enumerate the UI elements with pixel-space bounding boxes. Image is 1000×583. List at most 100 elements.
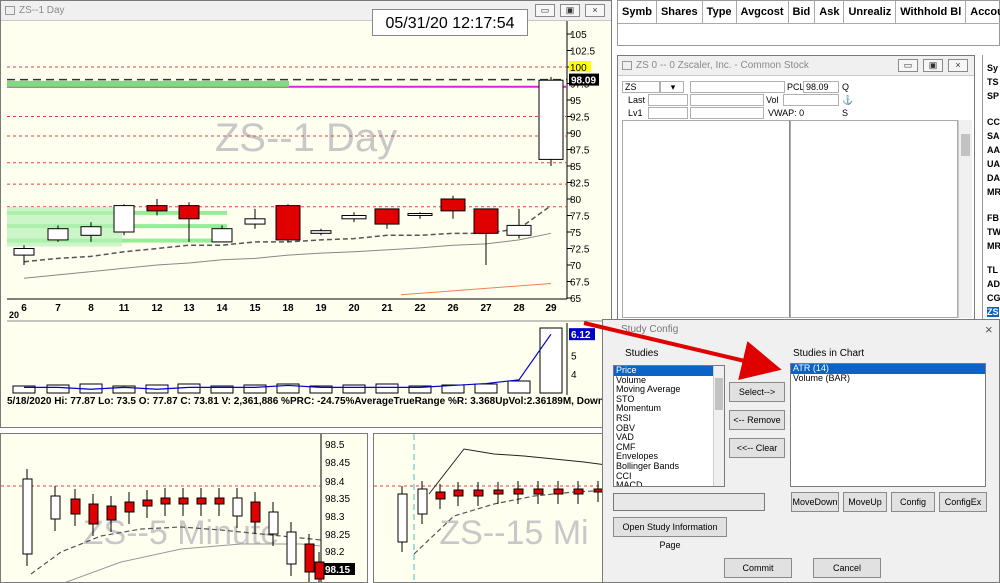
commit-button[interactable]: Commit bbox=[724, 558, 792, 578]
watchlist-symbol[interactable]: UA bbox=[987, 159, 1000, 169]
study-config-dialog[interactable]: Study Config × Studies Studies in Chart … bbox=[602, 319, 1000, 583]
five-minute-candle-body bbox=[250, 501, 261, 523]
fifteen-minute-chart-window[interactable]: ZS--15 Mi bbox=[373, 433, 613, 583]
volume-bar bbox=[46, 384, 70, 394]
studies-label: Studies bbox=[625, 348, 659, 359]
watchlist-symbol[interactable]: TL bbox=[987, 265, 998, 275]
five-minute-candle-body bbox=[124, 501, 135, 513]
watchlist-symbol[interactable]: DA bbox=[987, 173, 1000, 183]
watchlist-symbol[interactable]: CC bbox=[987, 117, 1000, 127]
watchlist-symbol[interactable]: Sy bbox=[987, 63, 998, 73]
remove-button[interactable]: <-- Remove bbox=[729, 410, 785, 430]
five-minute-candle-body bbox=[286, 531, 297, 565]
clear-button[interactable]: <<-- Clear bbox=[729, 438, 785, 458]
atr-value-label: 6.12 bbox=[571, 330, 591, 341]
study-list-item[interactable]: MACD bbox=[614, 481, 724, 486]
movedown-button[interactable]: MoveDown bbox=[791, 492, 839, 512]
select-button[interactable]: Select--> bbox=[729, 382, 785, 402]
column-header-unrealiz[interactable]: Unrealiz bbox=[843, 1, 897, 24]
watchlist-symbol[interactable]: AD bbox=[987, 279, 1000, 289]
studies-in-chart-list[interactable]: ATR (14) Volume (BAR) bbox=[790, 363, 986, 487]
candle-body bbox=[80, 226, 102, 236]
anchor-icon[interactable]: ⚓ bbox=[842, 95, 853, 106]
level2-titlebar[interactable]: ZS 0 -- 0 Zscaler, Inc. - Common Stock ▭… bbox=[618, 56, 974, 76]
positions-grid[interactable]: Symb Shares Type Avgcost Bid Ask Unrealiz Withh… bbox=[617, 0, 1000, 46]
column-header-symb[interactable]: Symb bbox=[618, 1, 657, 24]
column-header-bid[interactable]: Bid bbox=[788, 1, 816, 24]
watchlist-symbol[interactable]: ZS bbox=[987, 307, 999, 317]
fifteen-minute-candle-body bbox=[417, 488, 428, 515]
price-axis-label: 90 bbox=[570, 129, 582, 140]
level2-scrollbar[interactable] bbox=[958, 120, 972, 318]
candle-body bbox=[113, 205, 135, 233]
watchlist-symbol[interactable]: SA bbox=[987, 131, 1000, 141]
fifteen-minute-candle-body bbox=[493, 489, 504, 495]
column-header-accou[interactable]: Accou bbox=[965, 1, 1000, 24]
atr-axis-label: 5 bbox=[571, 351, 577, 362]
fifteen-minute-candle-body bbox=[397, 493, 408, 543]
fifteen-minute-chart[interactable]: ZS--15 Mi bbox=[374, 434, 613, 583]
volume-bar bbox=[539, 327, 563, 394]
watchlist-symbol[interactable]: FB bbox=[987, 213, 999, 223]
symbol-dropdown-icon[interactable]: ▾ bbox=[660, 81, 684, 93]
day-axis-label: 26 bbox=[447, 303, 459, 314]
five-minute-chart-window[interactable]: ZS--5 Minute 98.5 98.45 98.4 98.35 98.3 98.25 9… bbox=[0, 433, 368, 583]
five-minute-chart[interactable]: ZS--5 Minute98.598.4598.498.3598.398.259… bbox=[1, 434, 368, 583]
level2-close-icon[interactable]: × bbox=[948, 59, 968, 72]
atr-line bbox=[24, 333, 552, 390]
column-header-shares[interactable]: Shares bbox=[656, 1, 703, 24]
lv1-field-2 bbox=[690, 107, 764, 119]
level2-restore-icon[interactable]: ▣ bbox=[923, 59, 943, 72]
watchlist-panel[interactable]: Sy TS SP CC SA AA UA DA MR FB TW MR TL AD CG ZS bbox=[982, 55, 1000, 320]
studies-list[interactable]: Price Volume Moving Average STO Momentum RSI O… bbox=[613, 365, 725, 487]
column-header-avgcost[interactable]: Avgcost bbox=[736, 1, 789, 24]
studies-scrollbar[interactable] bbox=[713, 366, 724, 486]
five-minute-price-label: 98.45 bbox=[325, 458, 350, 469]
day-axis-label: 12 bbox=[151, 303, 163, 314]
column-header-withholdbl[interactable]: Withhold Bl bbox=[895, 1, 967, 24]
price-axis-label: 95 bbox=[570, 96, 582, 107]
symbol-input[interactable]: ZS bbox=[622, 81, 660, 93]
fifteen-minute-candle-body bbox=[473, 489, 484, 497]
watchlist-symbol[interactable]: TS bbox=[987, 77, 999, 87]
column-header-type[interactable]: Type bbox=[702, 1, 737, 24]
day-axis-label: 14 bbox=[216, 303, 228, 314]
pcl-value: 98.09 bbox=[803, 81, 839, 93]
five-minute-candle-body bbox=[88, 503, 99, 525]
open-study-info-button[interactable]: Open Study Information Page bbox=[613, 517, 727, 550]
in-chart-list-item[interactable]: Volume (BAR) bbox=[791, 373, 985, 384]
level2-window[interactable]: ZS 0 -- 0 Zscaler, Inc. - Common Stock ▭… bbox=[617, 55, 975, 320]
dialog-close-icon[interactable]: × bbox=[985, 322, 993, 337]
study-info-field bbox=[613, 493, 765, 511]
level2-minimize-icon[interactable]: ▭ bbox=[898, 59, 918, 72]
day-axis-label: 18 bbox=[282, 303, 294, 314]
column-header-ask[interactable]: Ask bbox=[814, 1, 845, 24]
watchlist-symbol[interactable]: MR bbox=[987, 187, 1000, 197]
price-axis-label: 70 bbox=[570, 261, 582, 272]
s-label: S bbox=[842, 108, 849, 118]
ohlc-status-line: 5/18/2020 Hi: 77.87 Lo: 73.5 O: 77.87 C:… bbox=[7, 396, 611, 407]
watchlist-symbol[interactable]: MR bbox=[987, 241, 1000, 251]
five-minute-price-label: 98.25 bbox=[325, 530, 350, 541]
price-axis-label: 100 bbox=[570, 63, 587, 74]
vol-label: Vol bbox=[766, 95, 779, 105]
watchlist-symbol[interactable]: SP bbox=[987, 91, 999, 101]
watchlist-symbol[interactable]: TW bbox=[987, 227, 1000, 237]
last-label: Last bbox=[628, 95, 646, 105]
daily-chart-window[interactable]: ZS--1 Day ▭ ▣ × ZS--1 Day105102.510097.5… bbox=[0, 0, 612, 428]
config-button[interactable]: Config bbox=[891, 492, 935, 512]
candle-body bbox=[374, 208, 400, 225]
fifteen-minute-candle-body bbox=[435, 491, 446, 500]
configex-button[interactable]: ConfigEx bbox=[939, 492, 987, 512]
day-axis-label: 15 bbox=[249, 303, 261, 314]
bid-book[interactable] bbox=[622, 120, 790, 318]
level2-field-1[interactable] bbox=[690, 81, 785, 93]
pcl-label: PCL bbox=[787, 82, 805, 92]
cancel-button[interactable]: Cancel bbox=[813, 558, 881, 578]
moveup-button[interactable]: MoveUp bbox=[843, 492, 887, 512]
day-axis-label: 13 bbox=[183, 303, 195, 314]
watchlist-symbol[interactable]: AA bbox=[987, 145, 1000, 155]
ask-book[interactable] bbox=[790, 120, 958, 318]
watchlist-symbol[interactable]: CG bbox=[987, 293, 1000, 303]
daily-candlestick-chart[interactable]: ZS--1 Day105102.510097.59592.59087.58582… bbox=[1, 1, 612, 428]
